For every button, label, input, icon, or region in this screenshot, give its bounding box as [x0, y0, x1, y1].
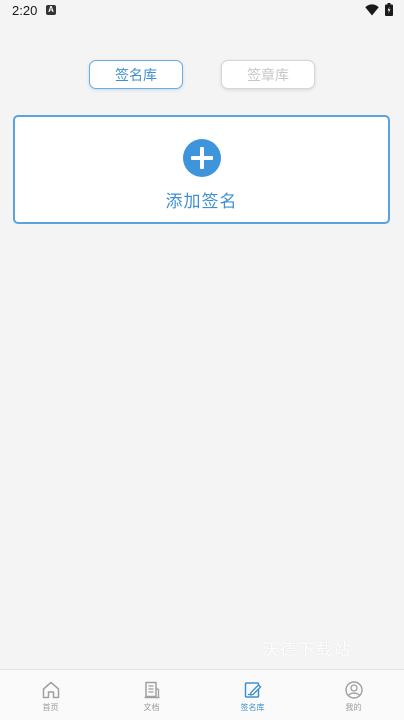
nav-label-documents: 文档	[143, 703, 160, 712]
signature-icon	[244, 682, 261, 698]
wifi-icon	[365, 4, 379, 16]
tab-signature-library[interactable]: 签名库	[89, 60, 183, 89]
app-screen: 2:20 A 签名库 签章库 添加签名 沃德下载站 首页 文档 签名库 我的	[0, 0, 404, 720]
bottom-navigation: 首页 文档 签名库 我的	[0, 669, 404, 720]
nav-item-profile[interactable]: 我的	[303, 670, 404, 720]
home-icon	[42, 681, 59, 699]
tab-seal-library-label: 签章库	[247, 67, 289, 84]
nav-label-home: 首页	[42, 703, 59, 712]
nav-label-signature-library: 签名库	[240, 703, 265, 712]
document-icon	[144, 681, 159, 699]
notification-a-icon: A	[46, 5, 56, 15]
nav-item-home[interactable]: 首页	[0, 670, 101, 720]
plus-circle-icon	[183, 139, 221, 177]
battery-icon	[385, 3, 393, 16]
tab-seal-library[interactable]: 签章库	[221, 60, 315, 89]
user-icon	[344, 681, 363, 699]
nav-item-documents[interactable]: 文档	[101, 670, 202, 720]
add-signature-button[interactable]: 添加签名	[13, 115, 390, 224]
add-signature-label: 添加签名	[165, 192, 238, 212]
nav-item-signature-library[interactable]: 签名库	[202, 670, 303, 720]
tab-signature-library-label: 签名库	[115, 67, 157, 84]
status-time: 2:20	[12, 3, 38, 18]
status-bar: 2:20 A	[0, 0, 404, 24]
nav-label-profile: 我的	[345, 703, 362, 712]
watermark-text: 沃德下载站	[262, 640, 353, 659]
